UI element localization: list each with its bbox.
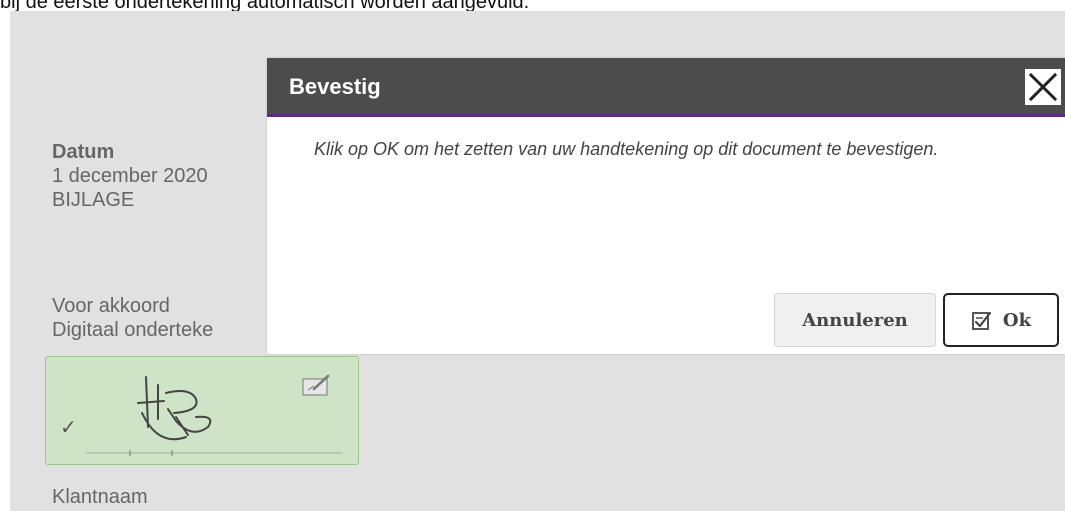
ok-button[interactable]: Ok	[943, 293, 1059, 347]
date-value: 1 december 2020	[52, 165, 208, 187]
dialog-title: Bevestig	[289, 74, 381, 99]
sign-check-icon	[972, 311, 992, 330]
date-label: Datum	[52, 141, 115, 163]
digital-signed-label: Digitaal onderteke	[52, 319, 214, 341]
document-page: Datum 1 december 2020 BIJLAGE Voor akkoo…	[10, 11, 1065, 511]
edit-signature-icon[interactable]	[302, 373, 332, 397]
attachment-label: BIJLAGE	[52, 189, 135, 211]
confirm-dialog: Bevestig Klik op OK om het zetten van uw…	[267, 58, 1065, 354]
ok-button-label: Ok	[1002, 309, 1032, 331]
customer-name-label: Klantnaam	[52, 486, 148, 508]
close-icon	[1028, 72, 1058, 102]
cancel-button-label: Annuleren	[802, 309, 908, 331]
approval-label: Voor akkoord	[52, 295, 170, 317]
signature-box[interactable]: ✓	[45, 356, 359, 465]
dialog-header: Bevestig	[267, 58, 1065, 117]
close-button[interactable]	[1025, 69, 1061, 105]
dialog-message: Klik op OK om het zetten van uw handteke…	[314, 139, 939, 159]
cancel-button[interactable]: Annuleren	[774, 293, 936, 347]
